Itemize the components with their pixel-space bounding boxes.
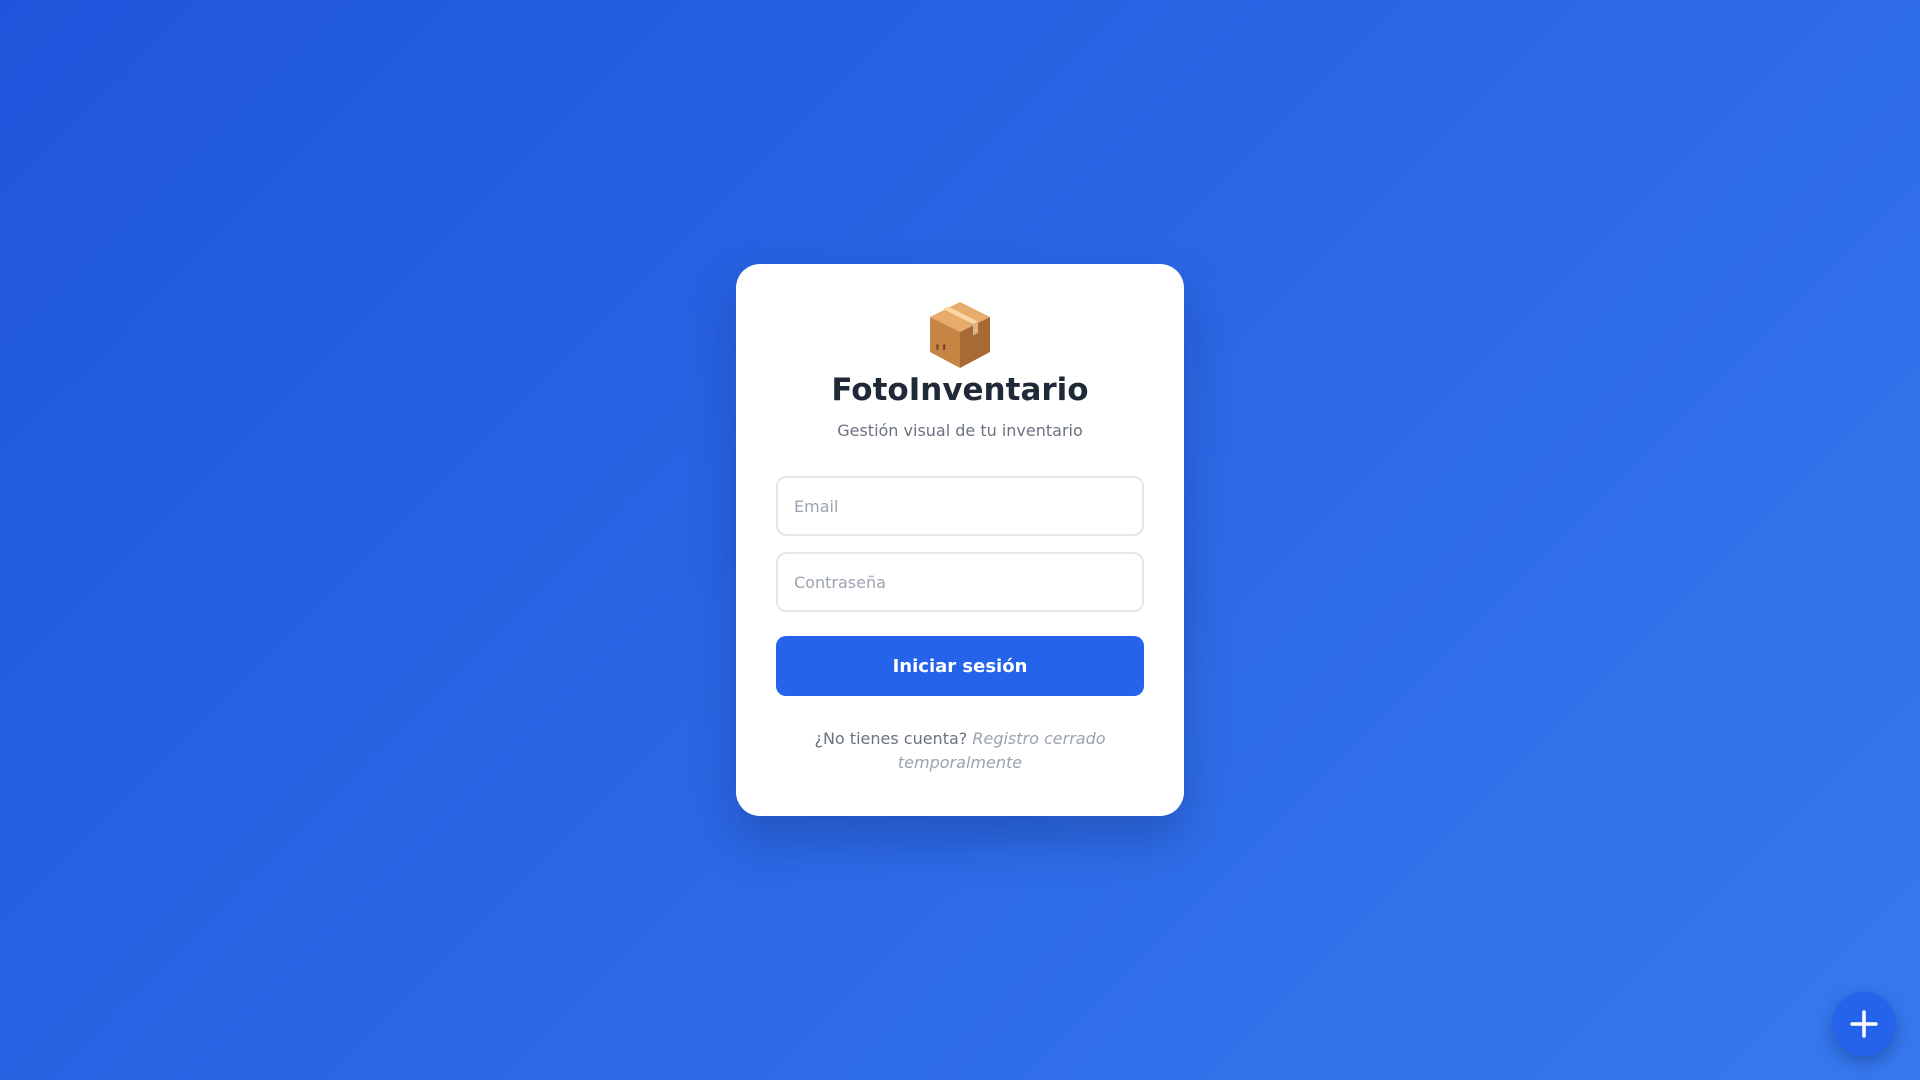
- app-subtitle: Gestión visual de tu inventario: [837, 421, 1083, 440]
- login-button[interactable]: Iniciar sesión: [776, 636, 1144, 696]
- app-title: FotoInventario: [831, 372, 1089, 408]
- no-account-question: ¿No tienes cuenta?: [814, 729, 968, 748]
- password-field[interactable]: [776, 552, 1144, 612]
- svg-text:⬆⬆: ⬆⬆: [934, 343, 947, 352]
- login-card: ⬆⬆ FotoInventario Gestión visual de tu i…: [736, 264, 1184, 816]
- registration-note: ¿No tienes cuenta? Registro cerrado temp…: [796, 727, 1124, 775]
- package-box-icon: ⬆⬆: [736, 300, 1184, 370]
- email-field[interactable]: [776, 476, 1144, 536]
- add-button[interactable]: [1832, 992, 1896, 1056]
- plus-icon: [1850, 1010, 1878, 1038]
